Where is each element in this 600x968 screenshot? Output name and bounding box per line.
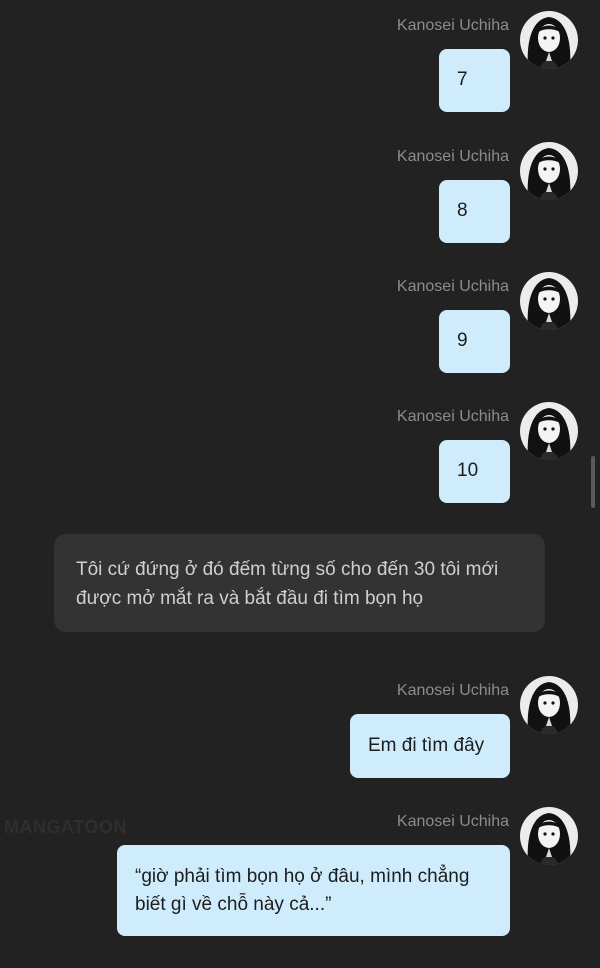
- avatar[interactable]: [520, 807, 578, 865]
- message-bubble[interactable]: 10: [439, 440, 510, 503]
- sender-name: Kanosei Uchiha: [396, 17, 509, 34]
- avatar[interactable]: [520, 676, 578, 734]
- avatar[interactable]: [520, 11, 578, 69]
- avatar-image: [520, 676, 578, 734]
- sender-name: Kanosei Uchiha: [396, 813, 509, 830]
- message-bubble[interactable]: 9: [439, 310, 510, 373]
- avatar[interactable]: [520, 142, 578, 200]
- scrollbar[interactable]: [591, 456, 595, 508]
- message-bubble[interactable]: Em đi tìm đây: [350, 714, 510, 778]
- avatar-image: [520, 142, 578, 200]
- avatar-image: [520, 402, 578, 460]
- message-bubble[interactable]: 7: [439, 49, 510, 112]
- narration-bubble: Tôi cứ đứng ở đó đếm từng số cho đến 30 …: [54, 534, 545, 632]
- sender-name: Kanosei Uchiha: [396, 278, 509, 295]
- message-bubble[interactable]: 8: [439, 180, 510, 243]
- avatar-image: [520, 272, 578, 330]
- sender-name: Kanosei Uchiha: [396, 408, 509, 425]
- avatar-image: [520, 807, 578, 865]
- avatar[interactable]: [520, 272, 578, 330]
- sender-name: Kanosei Uchiha: [396, 148, 509, 165]
- watermark: MANGATOON: [4, 817, 127, 837]
- sender-name: Kanosei Uchiha: [396, 682, 509, 699]
- message-bubble[interactable]: “giờ phải tìm bọn họ ở đâu, mình chẳng b…: [117, 845, 510, 936]
- avatar[interactable]: [520, 402, 578, 460]
- avatar-image: [520, 11, 578, 69]
